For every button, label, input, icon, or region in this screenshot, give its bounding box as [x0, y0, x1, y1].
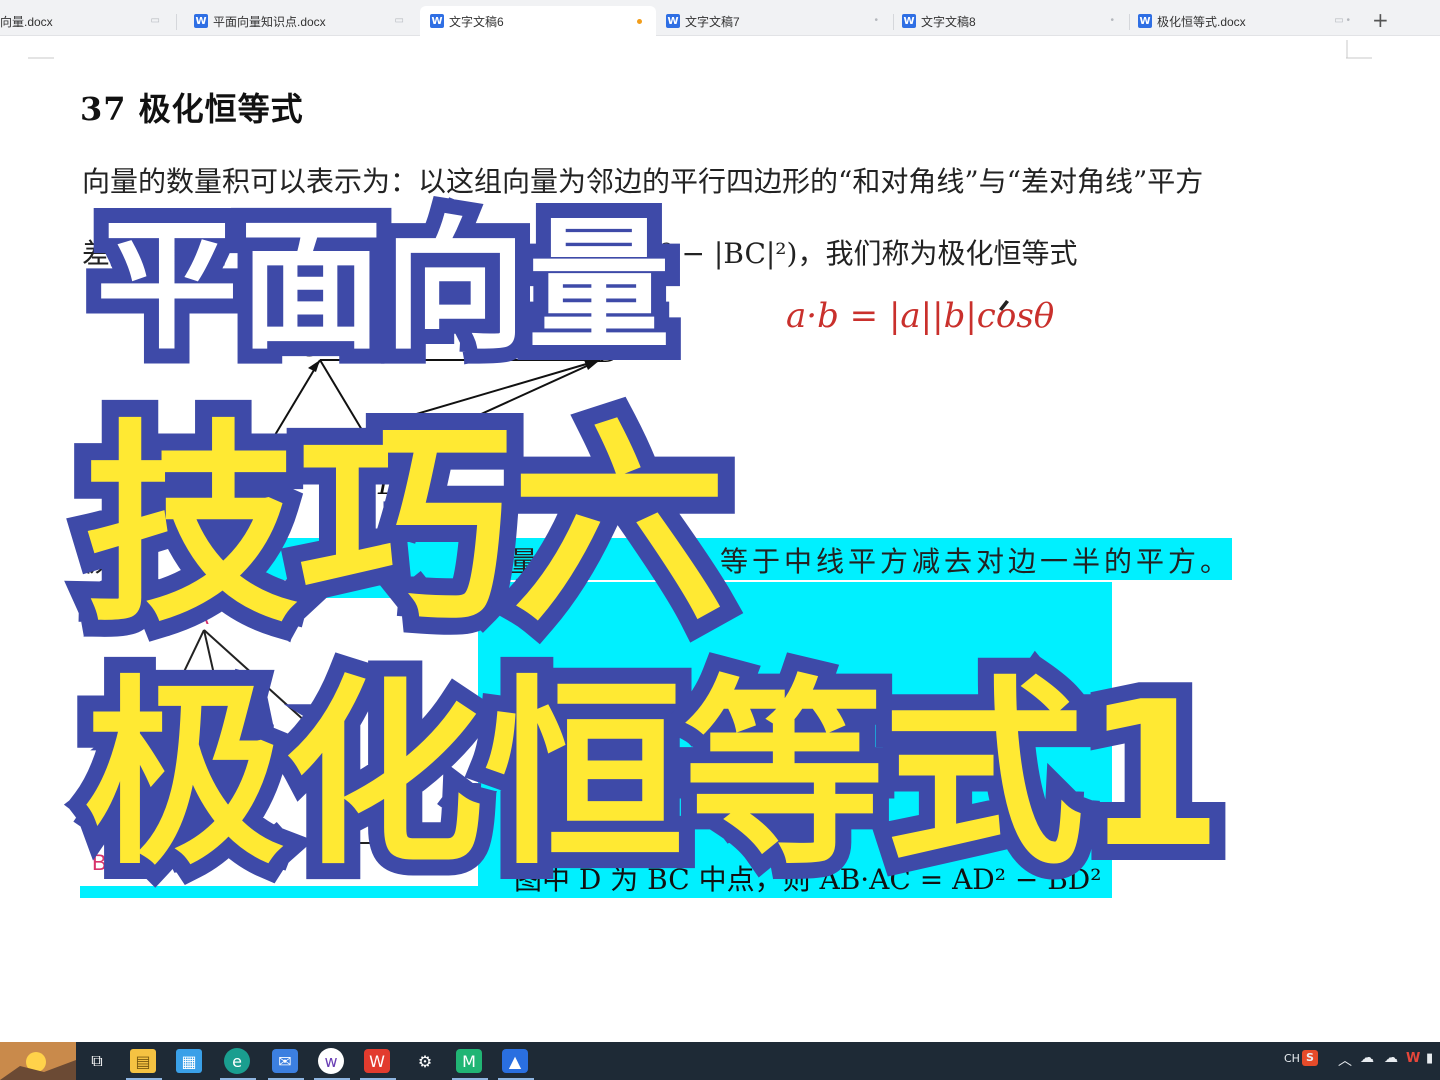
tab-3-active[interactable]: W 文字文稿6: [420, 6, 656, 36]
tab-label: 文字文稿8: [921, 14, 976, 29]
ime-icon[interactable]: S: [1302, 1050, 1318, 1066]
mail-app-icon[interactable]: ✉: [272, 1049, 298, 1073]
tray-chevron-up-icon[interactable]: ︿: [1338, 1050, 1352, 1070]
tab-label: 向量.docx: [0, 14, 53, 29]
onedrive-cloud-icon[interactable]: ☁: [1360, 1050, 1374, 1066]
tab-label: 文字文稿6: [449, 14, 504, 29]
tab-cloud-icon: ▭: [150, 15, 160, 26]
browser-w-icon[interactable]: w: [318, 1048, 344, 1074]
wps-writer-icon: W: [1138, 14, 1152, 28]
new-tab-button[interactable]: +: [1372, 10, 1389, 30]
tab-separator: [1129, 14, 1130, 30]
start-button[interactable]: [0, 1042, 76, 1080]
page-corner-mark: [28, 57, 54, 59]
tab-cloud-icon: ▭ •: [1334, 15, 1350, 26]
document-heading: 37 极化恒等式: [80, 90, 304, 128]
pen-cursor-icon: [999, 300, 1009, 311]
wps-office-icon[interactable]: W: [364, 1049, 390, 1073]
overlay-title-1: 平面向量: [81, 189, 685, 384]
tab-label: 平面向量知识点.docx: [213, 14, 326, 29]
store-icon[interactable]: ▦: [176, 1049, 202, 1073]
wps-tray-icon[interactable]: W: [1406, 1051, 1420, 1066]
tab-label: 文字文稿7: [685, 14, 740, 29]
tab-close-icon[interactable]: •: [1110, 15, 1114, 26]
cloud-sync-icon[interactable]: ☁: [1384, 1050, 1398, 1066]
tab-separator: [893, 14, 894, 30]
handwritten-note: a·b = |a||b|cosθ: [786, 296, 1055, 336]
photos-app-icon[interactable]: ▲: [502, 1049, 528, 1073]
tab-5[interactable]: W 文字文稿8 •: [902, 6, 1124, 36]
wps-writer-icon: W: [430, 14, 444, 28]
tab-4[interactable]: W 文字文稿7 •: [666, 6, 888, 36]
tab-6[interactable]: W 极化恒等式.docx ▭ •: [1138, 6, 1360, 36]
wps-writer-icon: W: [666, 14, 680, 28]
language-indicator[interactable]: CH: [1284, 1052, 1300, 1065]
notification-icon[interactable]: ▮: [1426, 1051, 1433, 1066]
wps-writer-icon: W: [194, 14, 208, 28]
tab-close-icon[interactable]: •: [874, 15, 878, 26]
tab-1[interactable]: 向量.docx ▭: [0, 6, 170, 36]
unsaved-dot-icon: [637, 19, 642, 24]
formula-tail: |² − |BC|²)，我们称为极化恒等式: [652, 237, 1078, 270]
tab-separator: [176, 14, 177, 30]
task-view-icon[interactable]: ⧉: [82, 1046, 112, 1076]
taskbar: ⧉ ▤ ▦ e ✉ w W ⚙ M ▲ CH S ︿ ☁ ☁ W ▮: [0, 1042, 1440, 1080]
spreadsheet-app-icon[interactable]: M: [456, 1049, 482, 1073]
overlay-title-3: 极化恒等式1: [68, 643, 1239, 908]
tab-cloud-icon: ▭: [394, 15, 404, 26]
settings-gear-icon[interactable]: ⚙: [410, 1046, 440, 1076]
edge-browser-icon[interactable]: e: [224, 1048, 250, 1074]
tab-2[interactable]: W 平面向量知识点.docx ▭: [194, 6, 414, 36]
document-tab-bar: 向量.docx ▭ W 平面向量知识点.docx ▭ W 文字文稿6 W 文字文…: [0, 0, 1440, 36]
tab-label: 极化恒等式.docx: [1157, 14, 1246, 29]
highlighted-text-c: 等于中线平方减去对边一半的平方。: [720, 545, 1233, 578]
file-explorer-icon[interactable]: ▤: [130, 1049, 156, 1073]
page-corner-mark: [1346, 40, 1372, 59]
wps-writer-icon: W: [902, 14, 916, 28]
